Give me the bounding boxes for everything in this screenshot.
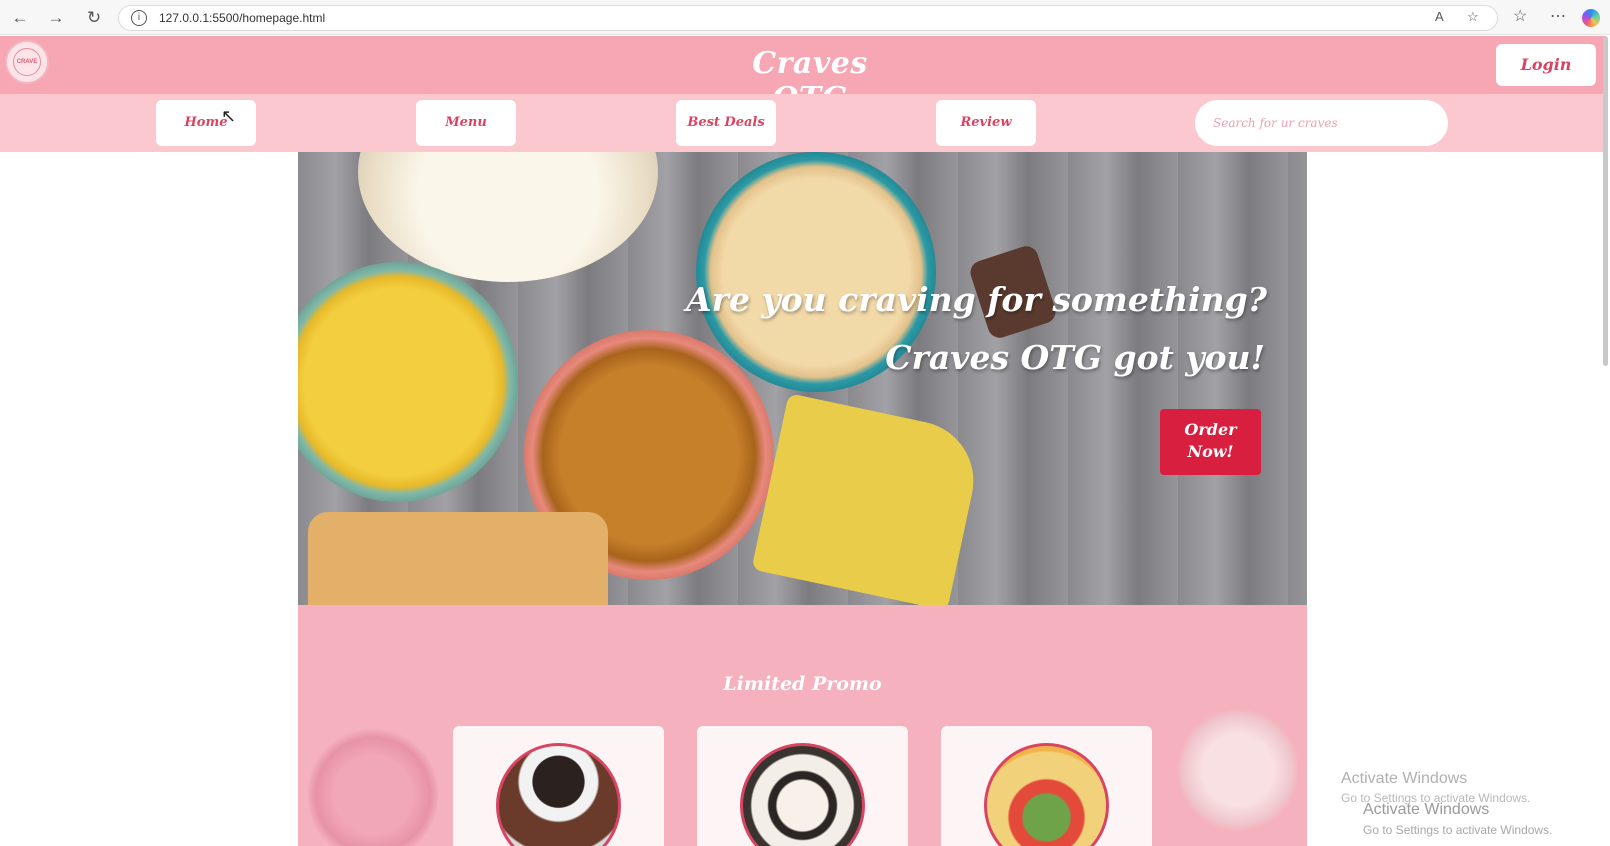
- promo-title: Limited Promo: [723, 673, 882, 695]
- nacho-chip-image: [751, 393, 985, 605]
- mouse-cursor-icon: ↖: [221, 106, 237, 126]
- url-text[interactable]: 127.0.0.1:5500/homepage.html: [159, 11, 325, 25]
- logo-text: CRAVE: [13, 48, 41, 76]
- crackers-image: [308, 512, 608, 605]
- logo-badge[interactable]: CRAVE: [5, 40, 49, 84]
- login-button[interactable]: Login: [1496, 44, 1596, 86]
- activate-windows-title: Activate Windows: [1341, 770, 1468, 787]
- promo-card[interactable]: [453, 726, 664, 846]
- hero-headline: Are you craving for something?: [685, 280, 1267, 319]
- nav-review-button[interactable]: Review: [936, 100, 1036, 146]
- activate-windows-title: Activate Windows: [1363, 801, 1490, 818]
- nav-menu-button[interactable]: Menu: [416, 100, 516, 146]
- combo-meal-image: [984, 743, 1109, 846]
- promo-card[interactable]: [697, 726, 908, 846]
- nav-best-deals-button[interactable]: Best Deals: [676, 100, 776, 146]
- main-nav: Home Menu Best Deals Review: [0, 94, 1606, 152]
- site-header: CRAVE Craves OTG Login: [0, 36, 1606, 116]
- order-now-line1: Order: [1184, 420, 1237, 439]
- address-bar[interactable]: i 127.0.0.1:5500/homepage.html A ☆: [118, 5, 1498, 31]
- copilot-icon[interactable]: [1582, 9, 1600, 27]
- hero-subheadline: Craves OTG got you!: [885, 338, 1265, 377]
- search-input[interactable]: [1195, 100, 1448, 146]
- rose-left-image: [308, 725, 438, 846]
- promo-card[interactable]: [941, 726, 1152, 846]
- more-options-icon[interactable]: ⋯: [1550, 6, 1566, 26]
- back-icon[interactable]: ←: [8, 6, 32, 30]
- donut-coffee-image: [496, 743, 621, 846]
- order-now-button[interactable]: Order Now!: [1160, 409, 1261, 475]
- activate-windows-subtitle: Go to Settings to activate Windows.: [1363, 823, 1553, 837]
- promo-section: Limited Promo: [298, 605, 1307, 846]
- rose-right-image: [1178, 705, 1298, 835]
- read-aloud-icon[interactable]: A: [1435, 9, 1444, 24]
- hero-banner: Are you craving for something? Craves OT…: [298, 152, 1307, 605]
- info-icon[interactable]: i: [131, 10, 147, 26]
- refresh-icon[interactable]: ↻: [82, 6, 106, 30]
- favorite-star-icon[interactable]: ☆: [1467, 9, 1479, 25]
- browser-toolbar: ← → ↻ i 127.0.0.1:5500/homepage.html A ☆…: [0, 0, 1610, 35]
- order-now-line2: Now!: [1187, 442, 1234, 461]
- favorites-icon[interactable]: ☆: [1513, 6, 1527, 26]
- chips-bowl-image: [298, 262, 518, 502]
- forward-icon[interactable]: →: [44, 6, 68, 30]
- cupcakes-image: [740, 743, 865, 846]
- page-scrollbar[interactable]: [1603, 36, 1608, 366]
- nav-home-button[interactable]: Home: [156, 100, 256, 146]
